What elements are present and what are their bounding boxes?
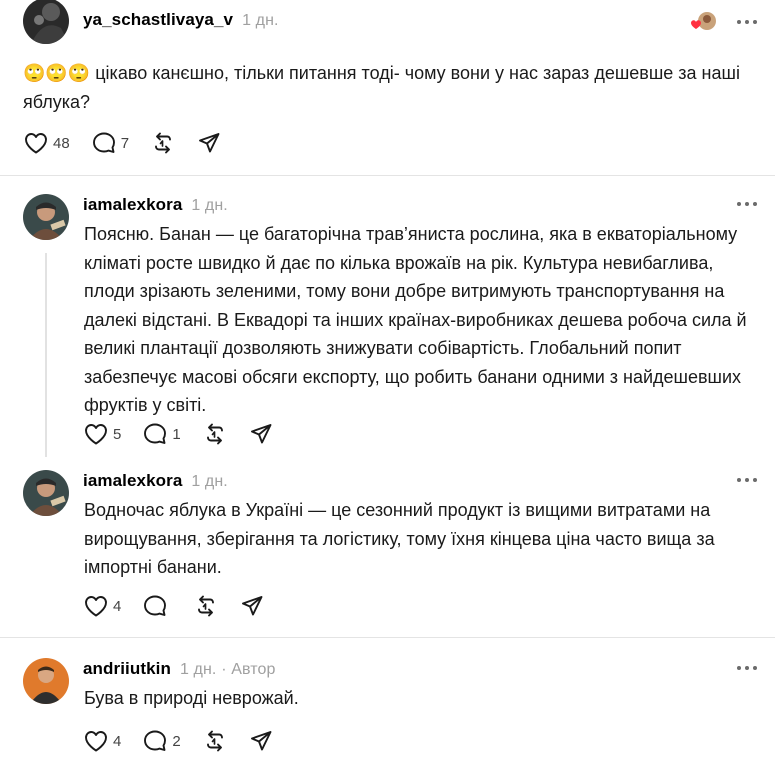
post-3: iamalexkora 1 дн. Водночас яблука в Украї… bbox=[0, 456, 775, 636]
username[interactable]: andriiutkin 1 дн. · Автор bbox=[83, 659, 276, 679]
repost-button[interactable] bbox=[203, 729, 227, 753]
repost-icon bbox=[206, 423, 223, 445]
heart-icon bbox=[85, 731, 107, 752]
share-button[interactable] bbox=[240, 594, 264, 618]
reply-count: 2 bbox=[172, 732, 181, 750]
share-button[interactable] bbox=[197, 131, 221, 155]
like-button[interactable]: 4 bbox=[84, 730, 121, 752]
username[interactable]: ya_schastlivaya_v 1 дн. bbox=[83, 10, 279, 30]
repost-icon bbox=[155, 132, 171, 154]
post-text: Бува в природі неврожай. bbox=[84, 688, 299, 708]
share-button[interactable] bbox=[249, 422, 273, 446]
heart-icon bbox=[85, 424, 107, 445]
post-text: 🙄🙄🙄 цікаво канєшно, тільки питання тоді-… bbox=[23, 63, 740, 112]
avatar[interactable] bbox=[23, 194, 69, 240]
reaction-avatars[interactable] bbox=[690, 11, 718, 31]
author-badge: · Автор bbox=[221, 661, 276, 678]
like-count: 4 bbox=[113, 597, 122, 615]
like-button[interactable]: 48 bbox=[24, 132, 70, 154]
post-2: iamalexkora 1 дн. Поясню. Банан — це бага… bbox=[0, 176, 775, 457]
post-4: andriiutkin 1 дн. · Автор Бува в природі … bbox=[0, 638, 775, 766]
reply-button[interactable]: 2 bbox=[143, 729, 181, 753]
post-time: 1 дн. bbox=[242, 12, 279, 29]
username[interactable]: iamalexkora 1 дн. bbox=[83, 471, 228, 491]
post-1: ya_schastlivaya_v 1 дн. 🙄🙄🙄 цікаво канєшн… bbox=[0, 0, 775, 175]
repost-button[interactable] bbox=[203, 422, 227, 446]
post-text: Поясню. Банан — це багаторічна трав’янис… bbox=[84, 224, 747, 415]
repost-icon bbox=[198, 595, 215, 617]
username[interactable]: iamalexkora 1 дн. bbox=[83, 195, 228, 215]
post-time: 1 дн. bbox=[191, 197, 228, 214]
send-icon bbox=[199, 133, 220, 153]
repost-button[interactable] bbox=[194, 594, 218, 618]
avatar[interactable] bbox=[23, 658, 69, 704]
reply-button[interactable] bbox=[143, 594, 172, 618]
post-time: 1 дн. bbox=[191, 473, 228, 490]
avatar[interactable] bbox=[23, 0, 69, 44]
reply-count: 1 bbox=[172, 425, 181, 443]
more-icon[interactable] bbox=[737, 19, 757, 25]
heart-icon bbox=[25, 133, 47, 154]
send-icon bbox=[250, 424, 272, 444]
more-icon[interactable] bbox=[737, 665, 757, 671]
post-actions: 5 1 bbox=[84, 422, 295, 446]
post-actions: 4 bbox=[84, 594, 286, 618]
post-actions: 48 7 bbox=[24, 131, 243, 155]
comment-icon bbox=[144, 595, 167, 616]
more-icon[interactable] bbox=[737, 201, 757, 207]
comment-icon bbox=[144, 730, 167, 751]
reply-count: 7 bbox=[120, 134, 130, 152]
like-count: 5 bbox=[113, 425, 122, 443]
like-count: 48 bbox=[53, 134, 70, 152]
avatar[interactable] bbox=[23, 470, 69, 516]
comment-icon bbox=[144, 423, 167, 444]
post-actions: 4 2 bbox=[84, 729, 295, 753]
heart-icon bbox=[85, 596, 107, 617]
repost-icon bbox=[206, 730, 223, 752]
send-icon bbox=[250, 731, 272, 751]
share-button[interactable] bbox=[249, 729, 273, 753]
like-button[interactable]: 4 bbox=[84, 595, 121, 617]
send-icon bbox=[242, 596, 263, 616]
post-time: 1 дн. bbox=[180, 661, 217, 678]
more-icon[interactable] bbox=[737, 477, 757, 483]
post-text: Водночас яблука в Україні — це сезонний … bbox=[84, 500, 715, 577]
like-count: 4 bbox=[113, 732, 122, 750]
reply-button[interactable]: 1 bbox=[143, 422, 181, 446]
like-button[interactable]: 5 bbox=[84, 423, 121, 445]
thread-line bbox=[45, 253, 47, 457]
comment-icon bbox=[92, 132, 115, 153]
repost-button[interactable] bbox=[151, 131, 175, 155]
reply-button[interactable]: 7 bbox=[92, 131, 129, 155]
